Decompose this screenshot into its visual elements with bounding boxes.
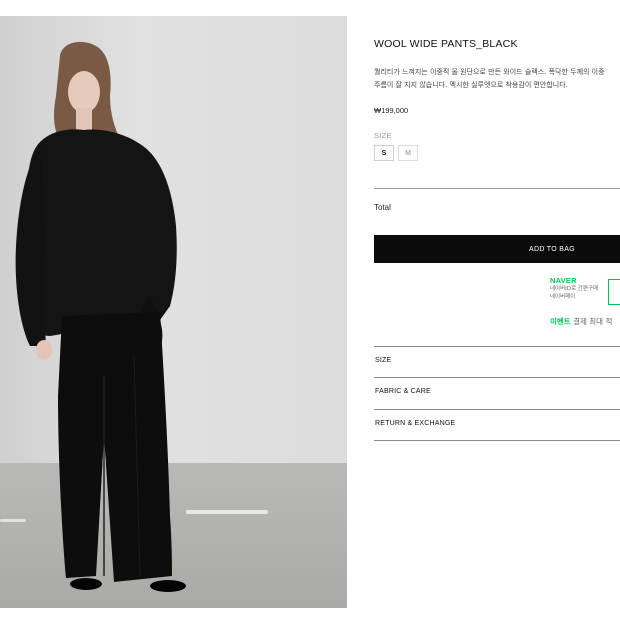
add-to-bag-button[interactable]: ADD TO BAG <box>374 235 620 263</box>
product-description: 퀄리티가 느껴지는 이중직 울 원단으로 만든 와이드 슬랙스. 폭닥한 두께의… <box>374 66 620 92</box>
event-highlight: 이벤트 <box>550 317 571 326</box>
product-title: WOOL WIDE PANTS_BLACK <box>374 38 518 50</box>
accordion-divider <box>374 440 620 441</box>
product-price: ₩199,000 <box>374 106 409 115</box>
naver-pay-widget[interactable]: NAVER 네이버ID로 간편구매 네이버페이 <box>550 276 620 305</box>
event-text: 결제 최대 적 <box>573 317 613 326</box>
description-line: 퀄리티가 느껴지는 이중직 울 원단으로 만든 와이드 슬랙스. 폭닥한 두께의… <box>374 68 605 76</box>
size-options: S M <box>374 145 418 161</box>
total-label: Total <box>374 203 391 212</box>
accordion-return-exchange-label: RETURN & EXCHANGE <box>375 420 456 427</box>
naver-pay-button[interactable] <box>608 279 620 305</box>
divider <box>374 188 620 189</box>
model-figure <box>15 41 186 592</box>
accordion-size-label: SIZE <box>375 357 392 364</box>
size-option-m[interactable]: M <box>398 145 418 161</box>
size-label: SIZE <box>374 131 392 140</box>
size-option-s[interactable]: S <box>374 145 394 161</box>
accordion-fabric-care-label: FABRIC & CARE <box>375 388 431 395</box>
product-info-panel: WOOL WIDE PANTS_BLACK 퀄리티가 느껴지는 이중직 울 원단… <box>374 0 620 620</box>
accordion-divider <box>374 346 620 347</box>
naver-event-text: 이벤트 결제 최대 적 <box>550 316 612 327</box>
description-line: 주름이 잘 지지 않습니다. 멕시한 실루엣으로 착용감이 편안합니다. <box>374 81 568 89</box>
accordion-divider <box>374 377 620 378</box>
product-photo <box>0 16 347 608</box>
accordion-divider <box>374 409 620 410</box>
